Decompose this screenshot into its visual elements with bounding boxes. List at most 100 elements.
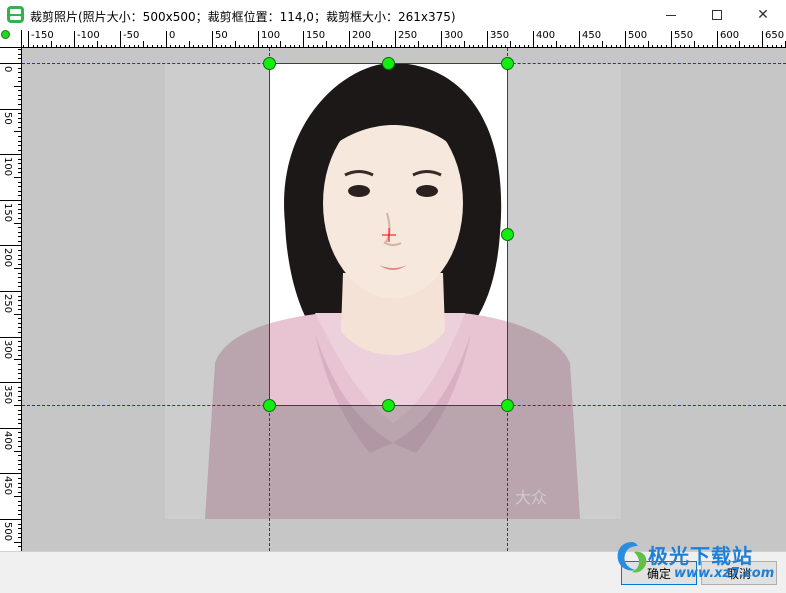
crop-handle-top-left[interactable]: [263, 57, 276, 70]
ruler-tick: [18, 373, 21, 374]
ruler-tick: [18, 127, 21, 128]
ruler-origin-icon[interactable]: [1, 30, 10, 39]
ruler-tick: [18, 414, 21, 415]
ruler-tick: [212, 31, 213, 47]
ruler-label: 200: [2, 248, 13, 268]
ruler-tick: [143, 41, 144, 47]
ruler-tick: [18, 227, 21, 228]
ruler-tick: [18, 282, 21, 283]
ruler-tick: [18, 286, 21, 287]
crop-handle-top-center[interactable]: [382, 57, 395, 70]
ruler-label: 0: [169, 30, 176, 41]
ruler-tick: [18, 533, 21, 534]
ruler-tick: [166, 31, 167, 47]
title-bar[interactable]: 裁剪照片(照片大小：500x500；裁剪框位置：114,0；裁剪框大小：261x…: [0, 0, 786, 30]
maximize-button[interactable]: [694, 0, 740, 30]
ruler-tick: [18, 99, 21, 100]
close-icon: ✕: [757, 7, 769, 23]
ruler-tick: [0, 382, 21, 383]
ruler-tick: [18, 159, 21, 160]
ruler-label: 100: [2, 157, 13, 177]
ruler-label: 50: [215, 30, 228, 41]
minimize-icon: [666, 14, 676, 16]
ruler-tick: [349, 31, 350, 47]
ruler-label: 200: [352, 30, 372, 41]
ruler-tick: [464, 41, 465, 47]
crop-handle-middle-right[interactable]: [501, 228, 514, 241]
ruler-tick: [189, 41, 190, 47]
ruler-tick: [762, 31, 763, 47]
ruler-tick: [694, 41, 695, 47]
ruler-tick: [18, 259, 21, 260]
ruler-tick: [18, 58, 21, 59]
ruler-tick: [303, 31, 304, 47]
ruler-label: -50: [123, 30, 140, 41]
horizontal-ruler[interactable]: -150 -100 -50 0 50 100 150 200 250 300 350 400 450 50…: [22, 30, 786, 48]
crop-handle-top-right[interactable]: [501, 57, 514, 70]
site-watermark-url: www.xz7.com: [674, 566, 775, 581]
ruler-tick: [18, 54, 21, 55]
ruler-tick: [258, 31, 259, 47]
ruler-label: 150: [306, 30, 326, 41]
ruler-label: 450: [582, 30, 602, 41]
ruler-tick: [18, 318, 21, 319]
ruler-tick: [18, 296, 21, 297]
ruler-tick: [556, 41, 557, 47]
ruler-tick: [14, 542, 21, 543]
ruler-tick: [18, 236, 21, 237]
ruler-tick: [18, 323, 21, 324]
ruler-tick: [18, 186, 21, 187]
crop-handle-bottom-left[interactable]: [263, 399, 276, 412]
ruler-tick: [14, 405, 21, 406]
ruler-tick: [0, 109, 21, 110]
ruler-tick: [18, 432, 21, 433]
ruler-tick: [14, 496, 21, 497]
vertical-ruler[interactable]: 0 50 100 150 200 250 300 350 400 450 500: [0, 48, 22, 551]
crop-canvas[interactable]: 大众: [22, 48, 786, 551]
ruler-tick: [18, 250, 21, 251]
ruler-tick: [97, 41, 98, 47]
site-watermark-name: 极光下载站: [648, 544, 753, 568]
ruler-tick: [18, 218, 21, 219]
ruler-tick: [14, 451, 21, 452]
ruler-tick: [418, 41, 419, 47]
minimize-button[interactable]: [648, 0, 694, 30]
ruler-tick: [625, 31, 626, 47]
ruler-tick: [510, 41, 511, 47]
ruler-tick: [18, 524, 21, 525]
ruler-tick: [235, 41, 236, 47]
ruler-tick: [18, 501, 21, 502]
ruler-label: 400: [536, 30, 556, 41]
ruler-tick: [372, 41, 373, 47]
ruler-tick: [28, 31, 29, 47]
ruler-label: 300: [444, 30, 464, 41]
ruler-tick: [18, 514, 21, 515]
ruler-tick: [18, 77, 21, 78]
ruler-tick: [18, 528, 21, 529]
ruler-tick: [14, 314, 21, 315]
ruler-tick: [18, 213, 21, 214]
ruler-label: 250: [398, 30, 418, 41]
ruler-tick: [18, 255, 21, 256]
ruler-tick: [18, 305, 21, 306]
ruler-label: 350: [2, 385, 13, 405]
ruler-tick: [18, 118, 21, 119]
ruler-tick: [74, 31, 75, 47]
ruler-tick: [18, 90, 21, 91]
ruler-tick: [18, 492, 21, 493]
ruler-tick: [18, 460, 21, 461]
maximize-icon: [712, 10, 722, 20]
ruler-tick: [18, 391, 21, 392]
ruler-tick: [18, 309, 21, 310]
crop-handle-bottom-right[interactable]: [501, 399, 514, 412]
ruler-tick: [0, 63, 21, 64]
ruler-tick: [14, 268, 21, 269]
ruler-tick: [18, 387, 21, 388]
ruler-tick: [0, 337, 21, 338]
ruler-tick: [18, 113, 21, 114]
ruler-tick: [18, 300, 21, 301]
ruler-corner: [0, 30, 22, 48]
close-button[interactable]: ✕: [740, 0, 786, 30]
ruler-tick: [18, 68, 21, 69]
crop-handle-bottom-center[interactable]: [382, 399, 395, 412]
